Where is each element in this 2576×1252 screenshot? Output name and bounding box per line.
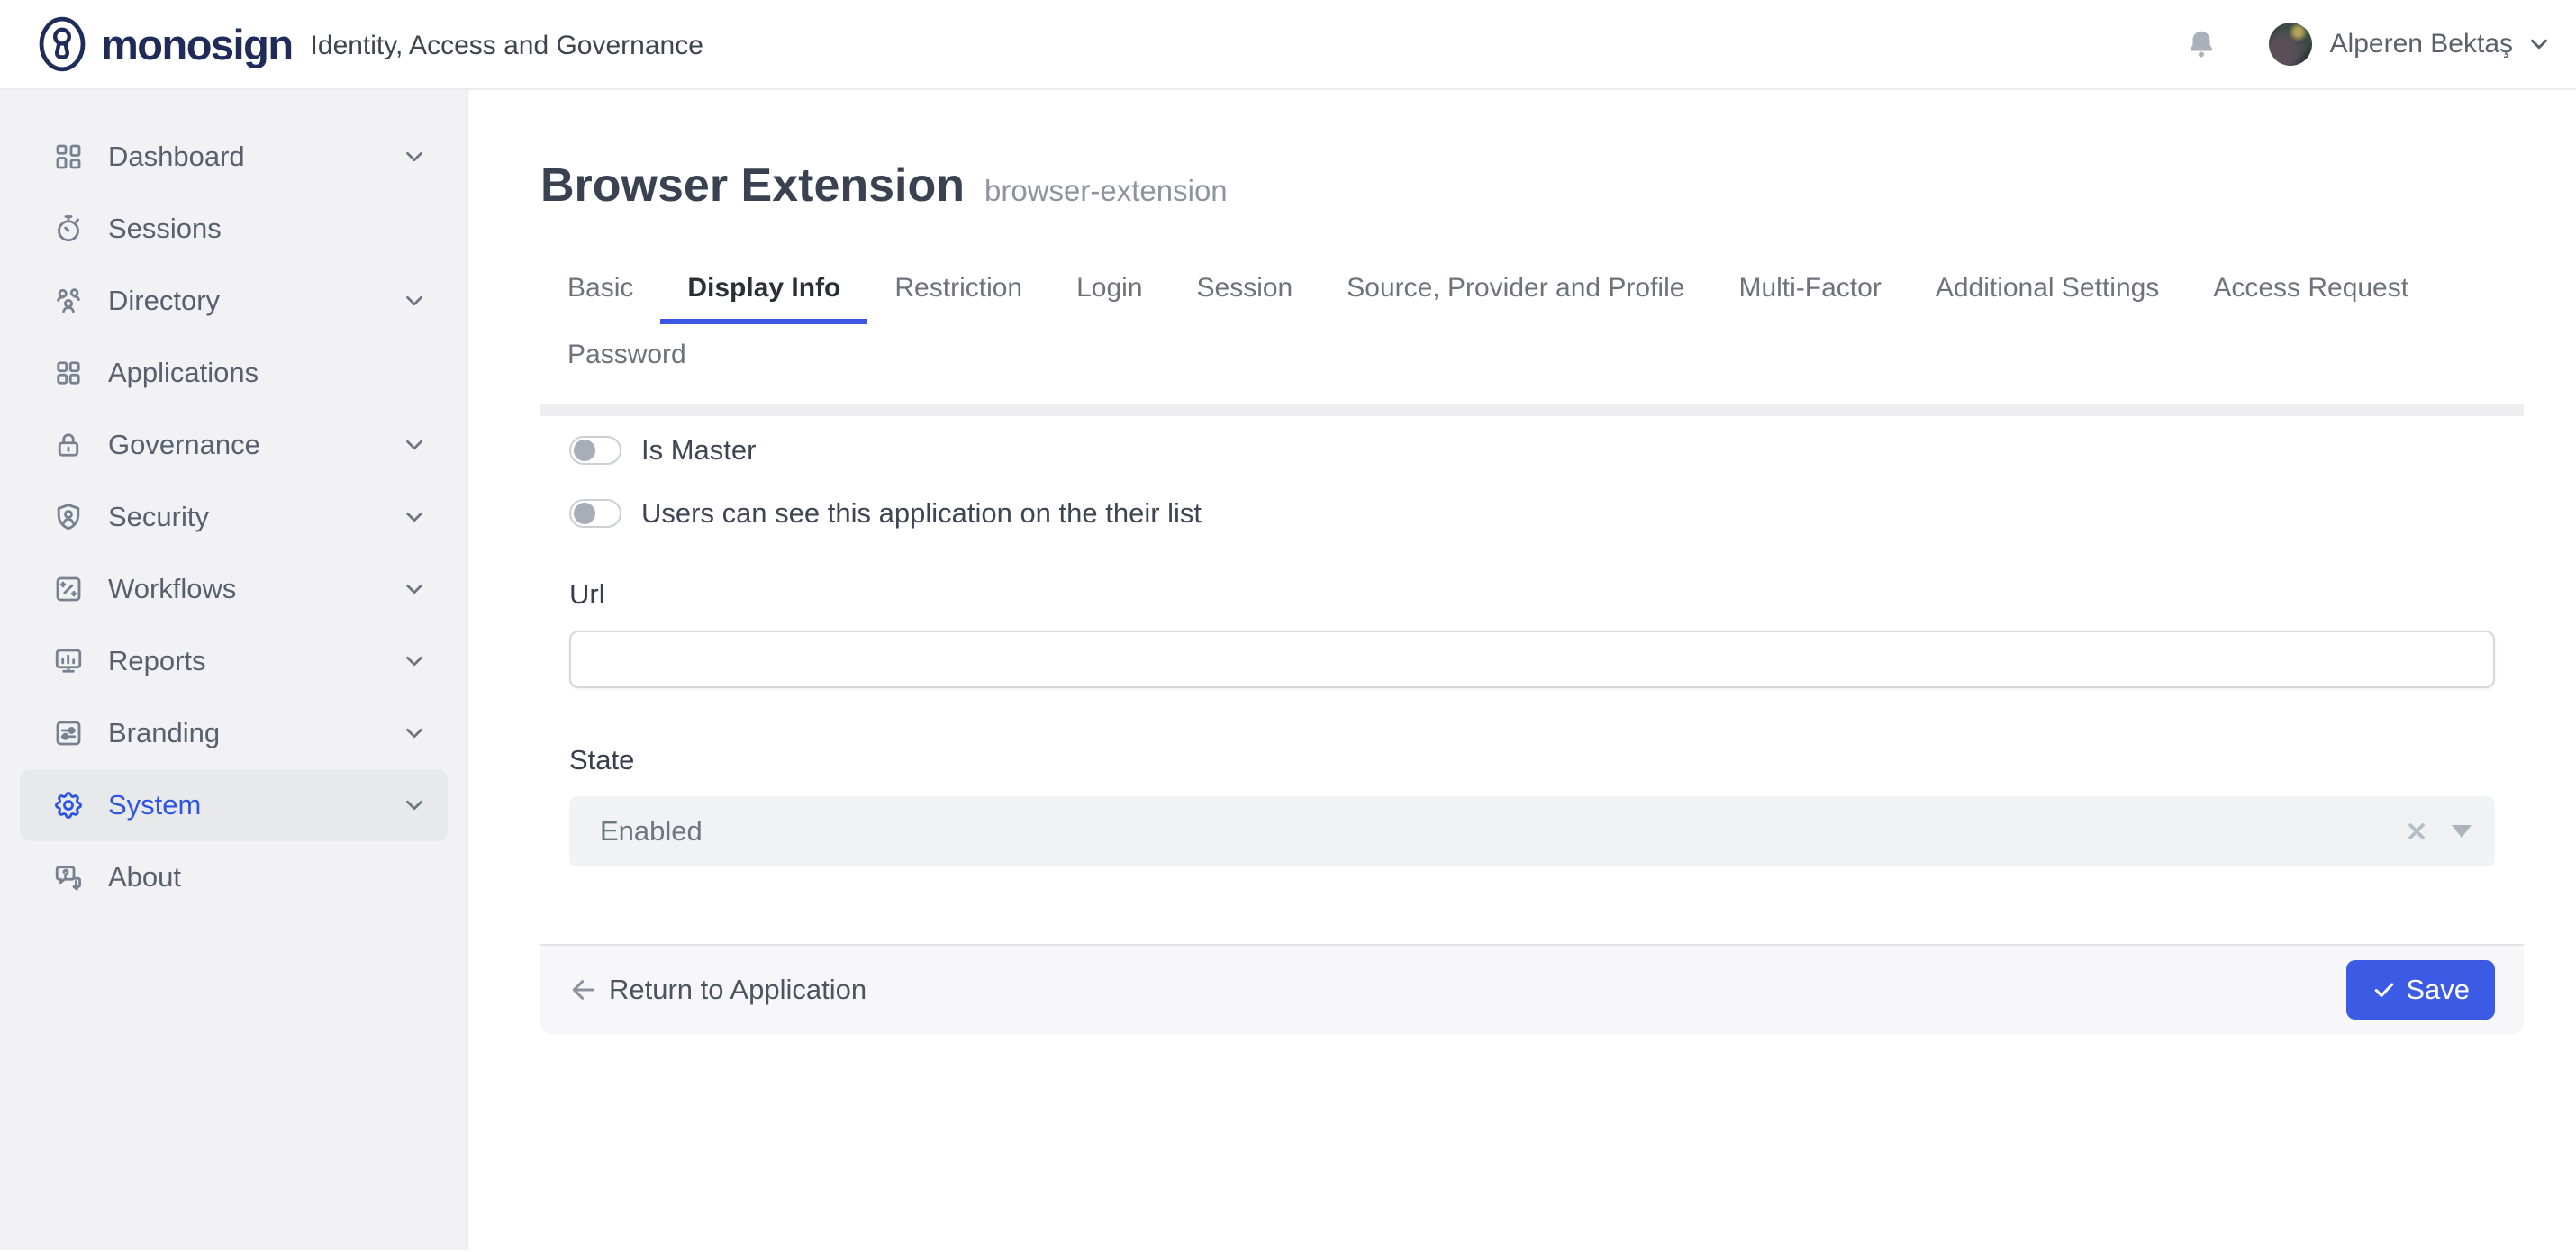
sidebar-item-label: Workflows bbox=[108, 573, 236, 605]
user-name[interactable]: Alperen Bektaş bbox=[2330, 29, 2513, 59]
state-field-label: State bbox=[569, 744, 2495, 776]
sidebar-item-label: Security bbox=[108, 501, 209, 533]
sidebar-item-about[interactable]: About bbox=[0, 841, 467, 913]
toggle-knob bbox=[574, 503, 595, 524]
sidebar-item-label: About bbox=[108, 861, 181, 894]
state-select[interactable]: Enabled bbox=[569, 796, 2495, 866]
chevron-down-icon bbox=[401, 576, 428, 603]
tab-access-request[interactable]: Access Request bbox=[2186, 258, 2435, 324]
is-master-toggle-row: Is Master bbox=[569, 422, 2495, 479]
dashboard-icon bbox=[52, 141, 85, 173]
directory-icon bbox=[52, 285, 85, 317]
chevron-down-icon bbox=[401, 431, 428, 458]
tab-restriction[interactable]: Restriction bbox=[867, 258, 1049, 324]
sidebar-item-label: Sessions bbox=[108, 213, 222, 245]
save-button-label: Save bbox=[2406, 974, 2470, 1006]
notifications-bell-icon[interactable] bbox=[2184, 27, 2218, 61]
url-input[interactable] bbox=[569, 631, 2495, 688]
sidebar-item-sessions[interactable]: Sessions bbox=[0, 193, 467, 265]
workflows-icon bbox=[52, 573, 85, 605]
sidebar-item-directory[interactable]: Directory bbox=[0, 265, 467, 337]
sidebar-item-branding[interactable]: Branding bbox=[0, 697, 467, 769]
select-caret-down-icon[interactable] bbox=[2452, 825, 2472, 838]
tab-display-info[interactable]: Display Info bbox=[660, 258, 867, 324]
monosign-logo-icon bbox=[36, 15, 88, 73]
branding-sliders-icon bbox=[52, 717, 85, 749]
about-help-bubbles-icon bbox=[52, 861, 85, 894]
tab-basic[interactable]: Basic bbox=[540, 258, 660, 324]
arrow-left-icon bbox=[569, 975, 598, 1004]
sidebar-item-label: System bbox=[108, 789, 201, 821]
chevron-down-icon bbox=[401, 648, 428, 675]
sidebar-nav: Dashboard Sessions Directory Applicatio bbox=[0, 90, 468, 1250]
chevron-down-icon bbox=[401, 143, 428, 170]
tab-multi-factor[interactable]: Multi-Factor bbox=[1711, 258, 1908, 324]
is-master-toggle[interactable] bbox=[569, 436, 621, 465]
url-field-label: Url bbox=[569, 578, 2495, 611]
tabs-divider bbox=[540, 404, 2524, 416]
tab-session[interactable]: Session bbox=[1170, 258, 1320, 324]
sidebar-item-workflows[interactable]: Workflows bbox=[0, 553, 467, 625]
sidebar-item-label: Governance bbox=[108, 429, 260, 461]
check-icon bbox=[2372, 977, 2397, 1003]
tab-bar: Basic Display Info Restriction Login Ses… bbox=[540, 258, 2486, 391]
system-gear-icon bbox=[52, 789, 85, 821]
sidebar-item-label: Dashboard bbox=[108, 141, 245, 173]
tab-additional-settings[interactable]: Additional Settings bbox=[1909, 258, 2187, 324]
chevron-down-icon bbox=[401, 792, 428, 819]
sidebar-item-reports[interactable]: Reports bbox=[0, 625, 467, 697]
user-visibility-toggle[interactable] bbox=[569, 499, 621, 528]
toggle-label: Users can see this application on the th… bbox=[641, 497, 1202, 530]
security-shield-icon bbox=[52, 501, 85, 533]
sessions-icon bbox=[52, 213, 85, 245]
brand-name: monosign bbox=[101, 20, 293, 69]
sidebar-item-system[interactable]: System bbox=[20, 769, 448, 841]
toggle-knob bbox=[574, 440, 595, 461]
governance-lock-icon bbox=[52, 429, 85, 461]
form-footer: Return to Application Save bbox=[540, 944, 2524, 1034]
sidebar-item-label: Applications bbox=[108, 357, 259, 389]
sidebar-item-dashboard[interactable]: Dashboard bbox=[0, 121, 467, 193]
user-avatar[interactable] bbox=[2269, 23, 2312, 66]
reports-icon bbox=[52, 645, 85, 677]
clear-icon[interactable] bbox=[2403, 818, 2430, 845]
toggle-label: Is Master bbox=[641, 434, 756, 467]
return-to-application-label: Return to Application bbox=[609, 974, 866, 1006]
chevron-down-icon bbox=[401, 504, 428, 531]
sidebar-item-governance[interactable]: Governance bbox=[0, 409, 467, 481]
user-menu-chevron-down-icon[interactable] bbox=[2526, 31, 2553, 58]
tab-password[interactable]: Password bbox=[540, 324, 713, 391]
return-to-application-link[interactable]: Return to Application bbox=[569, 974, 866, 1006]
user-visibility-toggle-row: Users can see this application on the th… bbox=[569, 485, 2495, 542]
sidebar-item-label: Reports bbox=[108, 645, 206, 677]
tab-login[interactable]: Login bbox=[1049, 258, 1169, 324]
sidebar-item-applications[interactable]: Applications bbox=[0, 337, 467, 409]
main-content: Browser Extension browser-extension Basi… bbox=[468, 90, 2576, 1250]
brand-tagline: Identity, Access and Governance bbox=[311, 31, 703, 61]
tab-source-provider-profile[interactable]: Source, Provider and Profile bbox=[1320, 258, 1711, 324]
applications-icon bbox=[52, 357, 85, 389]
page-title: Browser Extension bbox=[540, 159, 965, 213]
chevron-down-icon bbox=[401, 720, 428, 747]
sidebar-item-label: Directory bbox=[108, 285, 220, 317]
sidebar-item-label: Branding bbox=[108, 717, 220, 749]
page-subtitle: browser-extension bbox=[984, 174, 1228, 208]
sidebar-item-security[interactable]: Security bbox=[0, 481, 467, 553]
save-button[interactable]: Save bbox=[2346, 960, 2495, 1020]
chevron-down-icon bbox=[401, 287, 428, 314]
state-select-value: Enabled bbox=[600, 815, 703, 848]
top-header: monosign Identity, Access and Governance… bbox=[0, 0, 2576, 90]
